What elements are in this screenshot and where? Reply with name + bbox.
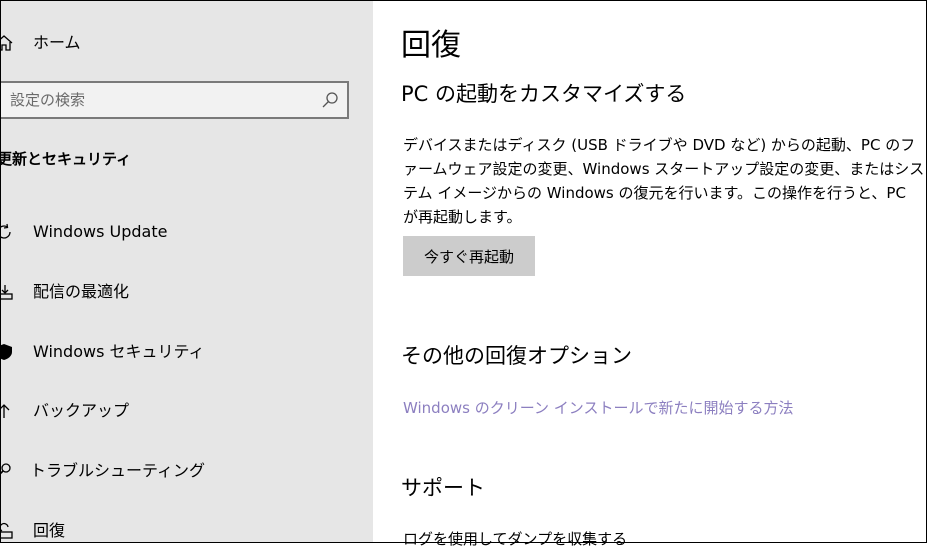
home-icon [0,35,13,51]
wrench-icon [0,463,11,476]
shield-icon [0,344,12,360]
sidebar-item-label: Windows セキュリティ [33,342,205,361]
recovery-icon [0,522,13,539]
sidebar-item-label: 配信の最適化 [33,282,130,301]
sidebar-item-home[interactable]: ホーム [0,28,373,58]
support-text: ログを使用してダンプを収集する [403,530,628,548]
refresh-icon [0,223,11,239]
restart-now-button[interactable]: 今すぐ再起動 [403,236,535,276]
sidebar-item-label: Windows Update [33,222,168,241]
sidebar-item-recovery[interactable]: 回復 [0,513,373,543]
sidebar-item-troubleshoot[interactable]: トラブルシューティング [0,453,373,489]
sidebar-item-windows-security[interactable]: Windows セキュリティ [0,334,373,370]
customize-startup-description: デバイスまたはディスク (USB ドライブや DVD など) からの起動、PC … [403,136,925,226]
sidebar-item-label: 回復 [33,521,66,540]
sidebar-item-windows-update[interactable]: Windows Update [0,214,373,250]
section-heading: 更新とセキュリティ [0,150,132,168]
sidebar-item-label: バックアップ [33,401,130,420]
support-heading: サポート [401,476,485,500]
backup-arrow-icon [0,404,10,418]
page-title: 回復 [401,28,461,63]
search-input[interactable] [10,83,310,117]
sidebar-item-backup[interactable]: バックアップ [0,393,373,429]
delivery-optimization-icon [0,285,13,300]
search-box [0,81,349,119]
sidebar-item-delivery-optimization[interactable]: 配信の最適化 [0,274,373,310]
more-recovery-options-heading: その他の回復オプション [401,344,632,368]
customize-startup-heading: PC の起動をカスタマイズする [401,82,687,106]
sidebar: ホーム 更新とセキュリティ Windows Update 配信の最適化 Wind… [0,0,373,543]
main-content: 回復 PC の起動をカスタマイズする デバイスまたはディスク (USB ドライブ… [373,0,927,548]
sidebar-item-label: トラブルシューティング [30,461,206,480]
sidebar-item-label: ホーム [33,33,81,52]
search-icon[interactable] [321,91,339,109]
clean-install-link[interactable]: Windows のクリーン インストールで新たに開始する方法 [403,397,793,418]
